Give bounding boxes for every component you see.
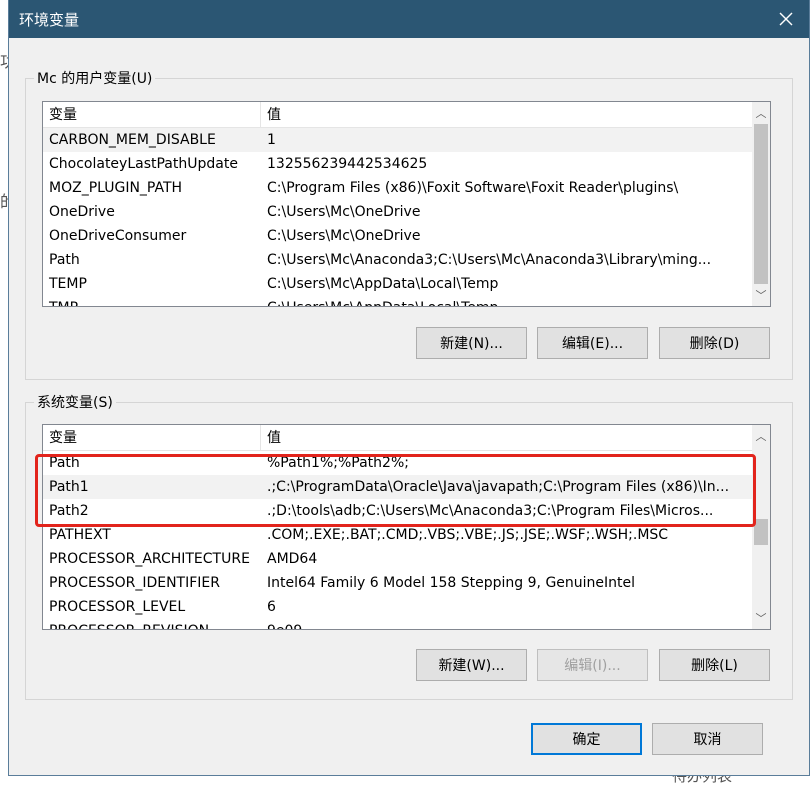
- variable-value: C:\Users\Mc\OneDrive: [267, 228, 421, 244]
- variable-value: C:\Users\Mc\Anaconda3;C:\Users\Mc\Anacon…: [267, 252, 712, 268]
- user-new-button[interactable]: 新建(N)...: [416, 327, 527, 359]
- user-list-scrollbar[interactable]: ︿ ﹀: [752, 102, 770, 306]
- variable-value: .;C:\ProgramData\Oracle\Java\javapath;C:…: [267, 479, 730, 495]
- variable-name: TMP: [43, 296, 261, 306]
- table-row[interactable]: Path2 .;D:\tools\adb;C:\Users\Mc\Anaconda…: [43, 499, 752, 523]
- variable-name: Path: [49, 252, 80, 268]
- scroll-thumb[interactable]: [754, 124, 768, 284]
- scroll-thumb[interactable]: [754, 519, 768, 545]
- table-row[interactable]: PROCESSOR_ARCHITECTURE AMD64: [43, 547, 752, 571]
- system-variables-legend: 系统变量(S): [37, 395, 113, 411]
- variable-name: ChocolateyLastPathUpdate: [49, 156, 238, 172]
- variable-name: PROCESSOR_IDENTIFIER: [49, 575, 220, 591]
- table-row[interactable]: MOZ_PLUGIN_PATH C:\Program Files (x86)\Fo…: [43, 176, 752, 200]
- column-header-value[interactable]: 值: [261, 102, 752, 128]
- table-row[interactable]: PROCESSOR_IDENTIFIER Intel64 Family 6 Mod…: [43, 571, 752, 595]
- table-row[interactable]: OneDriveConsumer C:\Users\Mc\OneDrive: [43, 224, 752, 248]
- column-header-name[interactable]: 变量: [43, 425, 261, 451]
- variable-name: PROCESSOR_LEVEL: [49, 599, 186, 615]
- list-header: 变量 值: [43, 102, 752, 128]
- table-row[interactable]: PATHEXT .COM;.EXE;.BAT;.CMD;.VBS;.VBE;.JS…: [43, 523, 752, 547]
- dialog-title: 环境变量: [19, 11, 80, 29]
- table-row[interactable]: CARBON_MEM_DISABLE 1: [43, 128, 752, 152]
- scroll-up-icon[interactable]: ︿: [752, 427, 770, 445]
- user-variables-rows: CARBON_MEM_DISABLE 1 ChocolateyLastPathUp…: [43, 128, 752, 306]
- variable-name: PROCESSOR_REVISION: [43, 619, 261, 629]
- variable-value: 1: [267, 132, 276, 148]
- variable-value: 9e09: [261, 619, 752, 629]
- system-new-button[interactable]: 新建(W)...: [416, 649, 527, 681]
- scroll-up-icon[interactable]: ︿: [752, 104, 770, 122]
- variable-name: CARBON_MEM_DISABLE: [49, 132, 216, 148]
- variable-value: C:\Users\Mc\AppData\Local\Temp: [261, 296, 752, 306]
- column-header-value[interactable]: 值: [261, 425, 752, 451]
- variable-value: %Path1%;%Path2%;: [267, 455, 409, 471]
- variable-name: PATHEXT: [49, 527, 111, 543]
- user-variables-list[interactable]: 变量 值 CARBON_MEM_DISABLE 1 ChocolateyLastP…: [42, 101, 771, 307]
- variable-value: AMD64: [267, 551, 318, 567]
- cancel-button[interactable]: 取消: [652, 723, 763, 755]
- system-variables-rows: Path %Path1%;%Path2%; Path1 .;C:\ProgramDa…: [43, 451, 752, 629]
- user-delete-button[interactable]: 删除(D): [659, 327, 770, 359]
- close-icon: [779, 12, 793, 26]
- variable-name: MOZ_PLUGIN_PATH: [49, 180, 183, 196]
- variable-name: OneDrive: [49, 204, 115, 220]
- scroll-down-icon[interactable]: ﹀: [752, 609, 770, 627]
- variable-value: C:\Users\Mc\AppData\Local\Temp: [267, 276, 499, 292]
- scroll-down-icon[interactable]: ﹀: [752, 286, 770, 304]
- variable-name: Path1: [49, 479, 89, 495]
- system-list-scrollbar[interactable]: ︿ ﹀: [752, 425, 770, 629]
- table-row[interactable]: OneDrive C:\Users\Mc\OneDrive: [43, 200, 752, 224]
- title-bar[interactable]: 环境变量: [9, 0, 809, 38]
- close-button[interactable]: [763, 0, 809, 38]
- table-row[interactable]: TEMP C:\Users\Mc\AppData\Local\Temp: [43, 272, 752, 296]
- variable-name: PROCESSOR_ARCHITECTURE: [49, 551, 250, 567]
- system-edit-button[interactable]: 编辑(I)...: [537, 649, 648, 681]
- user-edit-button[interactable]: 编辑(E)...: [537, 327, 648, 359]
- variable-value: .;D:\tools\adb;C:\Users\Mc\Anaconda3;C:\…: [267, 503, 714, 519]
- user-variables-legend: Mc 的用户变量(U): [37, 71, 153, 87]
- system-delete-button[interactable]: 删除(L): [659, 649, 770, 681]
- table-row[interactable]: TMPC:\Users\Mc\AppData\Local\Temp: [43, 296, 752, 306]
- variable-value: Intel64 Family 6 Model 158 Stepping 9, G…: [267, 575, 636, 591]
- variable-name: TEMP: [49, 276, 87, 292]
- variable-value: C:\Program Files (x86)\Foxit Software\Fo…: [267, 180, 679, 196]
- table-row[interactable]: ChocolateyLastPathUpdate 1325562394425346…: [43, 152, 752, 176]
- list-header: 变量 值: [43, 425, 752, 451]
- table-row[interactable]: PROCESSOR_LEVEL 6: [43, 595, 752, 619]
- variable-name: Path2: [49, 503, 89, 519]
- system-variables-list[interactable]: 变量 值 Path %Path1%;%Path2%; Path1 .;C:\Prog…: [42, 424, 771, 630]
- variable-value: 132556239442534625: [267, 156, 428, 172]
- variable-name: OneDriveConsumer: [49, 228, 187, 244]
- ok-button[interactable]: 确定: [531, 723, 642, 755]
- table-row[interactable]: Path %Path1%;%Path2%;: [43, 451, 752, 475]
- variable-value: .COM;.EXE;.BAT;.CMD;.VBS;.VBE;.JS;.JSE;.…: [267, 527, 669, 543]
- variable-name: Path: [49, 455, 80, 471]
- table-row[interactable]: PROCESSOR_REVISION9e09: [43, 619, 752, 629]
- variable-value: 6: [267, 599, 276, 615]
- column-header-name[interactable]: 变量: [43, 102, 261, 128]
- table-row[interactable]: Path1 .;C:\ProgramData\Oracle\Java\javapa…: [43, 475, 752, 499]
- table-row[interactable]: Path C:\Users\Mc\Anaconda3;C:\Users\Mc\An…: [43, 248, 752, 272]
- environment-variables-dialog: 环境变量 Mc 的用户变量(U) 变量 值 CARBON_MEM_DISABLE…: [8, 0, 810, 776]
- variable-value: C:\Users\Mc\OneDrive: [267, 204, 421, 220]
